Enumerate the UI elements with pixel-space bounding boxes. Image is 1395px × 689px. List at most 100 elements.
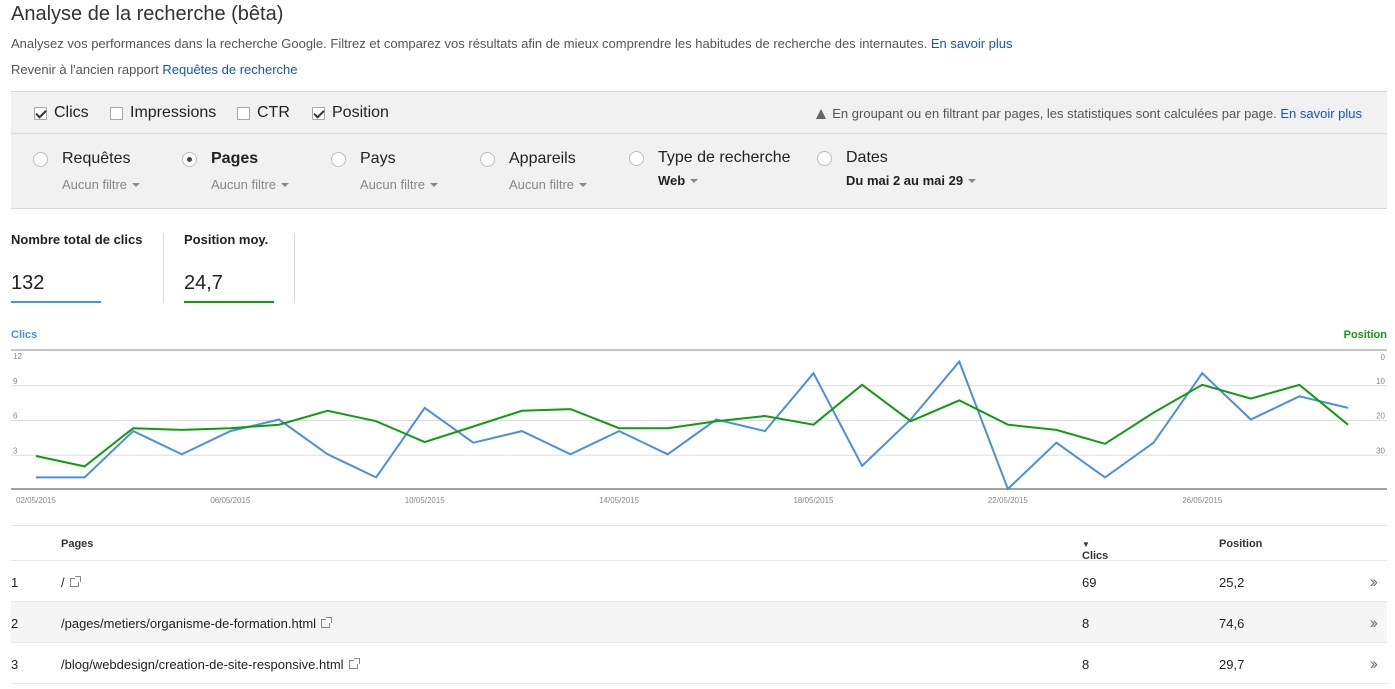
notice-learn-more-link[interactable]: En savoir plus: [1280, 106, 1362, 121]
double-chevron-right-icon[interactable]: ››: [1370, 654, 1379, 674]
series-line-position: [35, 383, 1349, 468]
right-axis-label: Position: [1343, 329, 1387, 341]
position-checkbox-label: Position: [332, 104, 389, 121]
filter-panel: Clics Impressions CTR Position En groupa…: [11, 91, 1387, 209]
checkbox-unchecked-icon: [237, 106, 250, 120]
table-row[interactable]: 1 / 69 25,2 ››: [11, 561, 1387, 602]
search-queries-link[interactable]: Requêtes de recherche: [162, 62, 297, 77]
radio-icon[interactable]: [817, 151, 832, 166]
checkbox-unchecked-icon: [110, 106, 123, 120]
double-chevron-right-icon[interactable]: ››: [1370, 572, 1379, 592]
left-axis-label: Clics: [11, 329, 38, 341]
table-header: Pages Clics ▼ Position: [11, 525, 1387, 562]
col-header-pages[interactable]: Pages: [61, 538, 93, 550]
y-left-tick-label: 3: [13, 446, 18, 455]
grouping-notice: En groupant ou en filtrant par pages, le…: [816, 106, 1362, 121]
table-body: 1/69 25,2 ›› 2/pages/metiers/organisme-de-f…: [11, 561, 1387, 684]
avg-position-card[interactable]: Position moy. 24,7: [184, 232, 274, 303]
avg-position-value: 24,7: [184, 272, 223, 294]
page-description: Analysez vos performances dans la recher…: [11, 36, 1013, 51]
position-checkbox[interactable]: Position: [312, 104, 389, 122]
x-tick-label: 10/05/2015: [405, 496, 446, 505]
filter-value: Du mai 2 au mai 29: [846, 173, 964, 188]
caret-down-icon: [430, 182, 439, 187]
caret-down-icon: [281, 182, 290, 187]
pays-filter-dropdown[interactable]: Aucun filtre: [360, 177, 439, 192]
x-tick-label: 14/05/2015: [599, 496, 640, 505]
row-rank: 3: [11, 657, 19, 672]
clicks-color-bar: [11, 301, 101, 303]
checkbox-checked-icon: [34, 106, 47, 120]
total-clicks-label: Nombre total de clics: [11, 232, 143, 247]
search-type-dropdown[interactable]: Web: [658, 173, 699, 188]
clics-checkbox[interactable]: Clics: [34, 104, 89, 122]
row-position: 74,6: [1219, 616, 1245, 631]
row-page-link[interactable]: /pages/metiers/organisme-de-formation.ht…: [61, 616, 333, 631]
row-rank: 1: [11, 575, 19, 590]
dimension-label: Type de recherche: [658, 149, 791, 166]
row-page-link[interactable]: /blog/webdesign/creation-de-site-respons…: [61, 657, 360, 672]
performance-chart: 12963010203002/05/2015 06/05/2015 10/05/20…: [11, 349, 1387, 505]
sort-desc-icon: ▼: [1082, 540, 1090, 549]
row-page-link[interactable]: /: [61, 575, 81, 590]
external-link-icon[interactable]: [348, 658, 360, 669]
x-tick-label: 18/05/2015: [793, 496, 834, 505]
row-clicks: 8: [1082, 616, 1090, 631]
back-text: Revenir à l'ancien rapport: [11, 62, 159, 77]
dimension-label: Appareils: [509, 150, 576, 167]
filter-value: Aucun filtre: [509, 177, 575, 192]
ctr-checkbox[interactable]: CTR: [237, 104, 290, 122]
divider: [163, 233, 164, 303]
radio-selected-icon[interactable]: [182, 152, 197, 167]
notice-text: En groupant ou en filtrant par pages, le…: [832, 106, 1277, 121]
x-tick-label: 02/05/2015: [16, 496, 57, 505]
y-left-tick-label: 9: [13, 377, 18, 386]
checkbox-checked-icon: [312, 106, 325, 120]
y-right-tick-label: 0: [1381, 353, 1386, 362]
dates-dropdown[interactable]: Du mai 2 au mai 29: [846, 173, 977, 188]
radio-icon[interactable]: [33, 152, 48, 167]
position-color-bar: [184, 301, 274, 303]
x-tick-label: 22/05/2015: [988, 496, 1029, 505]
pages-table: Pages Clics ▼ Position 1/69 25,2 ›› 2/pages/…: [11, 525, 1387, 684]
row-rank: 2: [11, 616, 19, 631]
radio-icon[interactable]: [331, 152, 346, 167]
double-chevron-right-icon[interactable]: ››: [1370, 613, 1379, 633]
y-left-tick-label: 6: [13, 412, 18, 421]
caret-down-icon: [690, 178, 699, 183]
row-position: 25,2: [1219, 575, 1245, 590]
x-tick-label: 26/05/2015: [1182, 496, 1223, 505]
warning-icon: [816, 108, 827, 119]
y-right-tick-label: 30: [1376, 446, 1385, 455]
col-header-clicks[interactable]: Clics ▼: [1082, 538, 1108, 562]
row-clicks: 69: [1082, 575, 1097, 590]
description-text: Analysez vos performances dans la recher…: [11, 36, 928, 51]
table-row[interactable]: 3/blog/webdesign/creation-de-site-respon…: [11, 643, 1387, 684]
radio-icon[interactable]: [629, 151, 644, 166]
x-tick-label: 06/05/2015: [210, 496, 251, 505]
caret-down-icon: [968, 178, 977, 183]
y-right-tick-label: 10: [1376, 377, 1385, 386]
impressions-checkbox[interactable]: Impressions: [110, 104, 216, 122]
ctr-checkbox-label: CTR: [257, 104, 290, 121]
row-clicks: 8: [1082, 657, 1090, 672]
y-right-tick-label: 20: [1376, 412, 1385, 421]
pages-filter-dropdown[interactable]: Aucun filtre: [211, 177, 290, 192]
table-row[interactable]: 2/pages/metiers/organisme-de-formation.h…: [11, 602, 1387, 643]
total-clicks-card[interactable]: Nombre total de clics 132: [11, 232, 143, 303]
filter-value: Aucun filtre: [62, 177, 128, 192]
filter-value: Aucun filtre: [360, 177, 426, 192]
divider: [294, 233, 295, 303]
impressions-checkbox-label: Impressions: [130, 104, 217, 121]
filter-value: Web: [658, 173, 686, 188]
external-link-icon[interactable]: [321, 617, 333, 628]
appareils-filter-dropdown[interactable]: Aucun filtre: [509, 177, 588, 192]
col-header-position[interactable]: Position: [1219, 538, 1262, 550]
radio-icon[interactable]: [480, 152, 495, 167]
external-link-icon[interactable]: [69, 576, 81, 587]
clics-checkbox-label: Clics: [54, 104, 89, 121]
y-left-tick-label: 12: [13, 352, 22, 361]
total-clicks-value: 132: [11, 272, 45, 294]
requetes-filter-dropdown[interactable]: Aucun filtre: [62, 177, 141, 192]
learn-more-link[interactable]: En savoir plus: [931, 36, 1013, 51]
